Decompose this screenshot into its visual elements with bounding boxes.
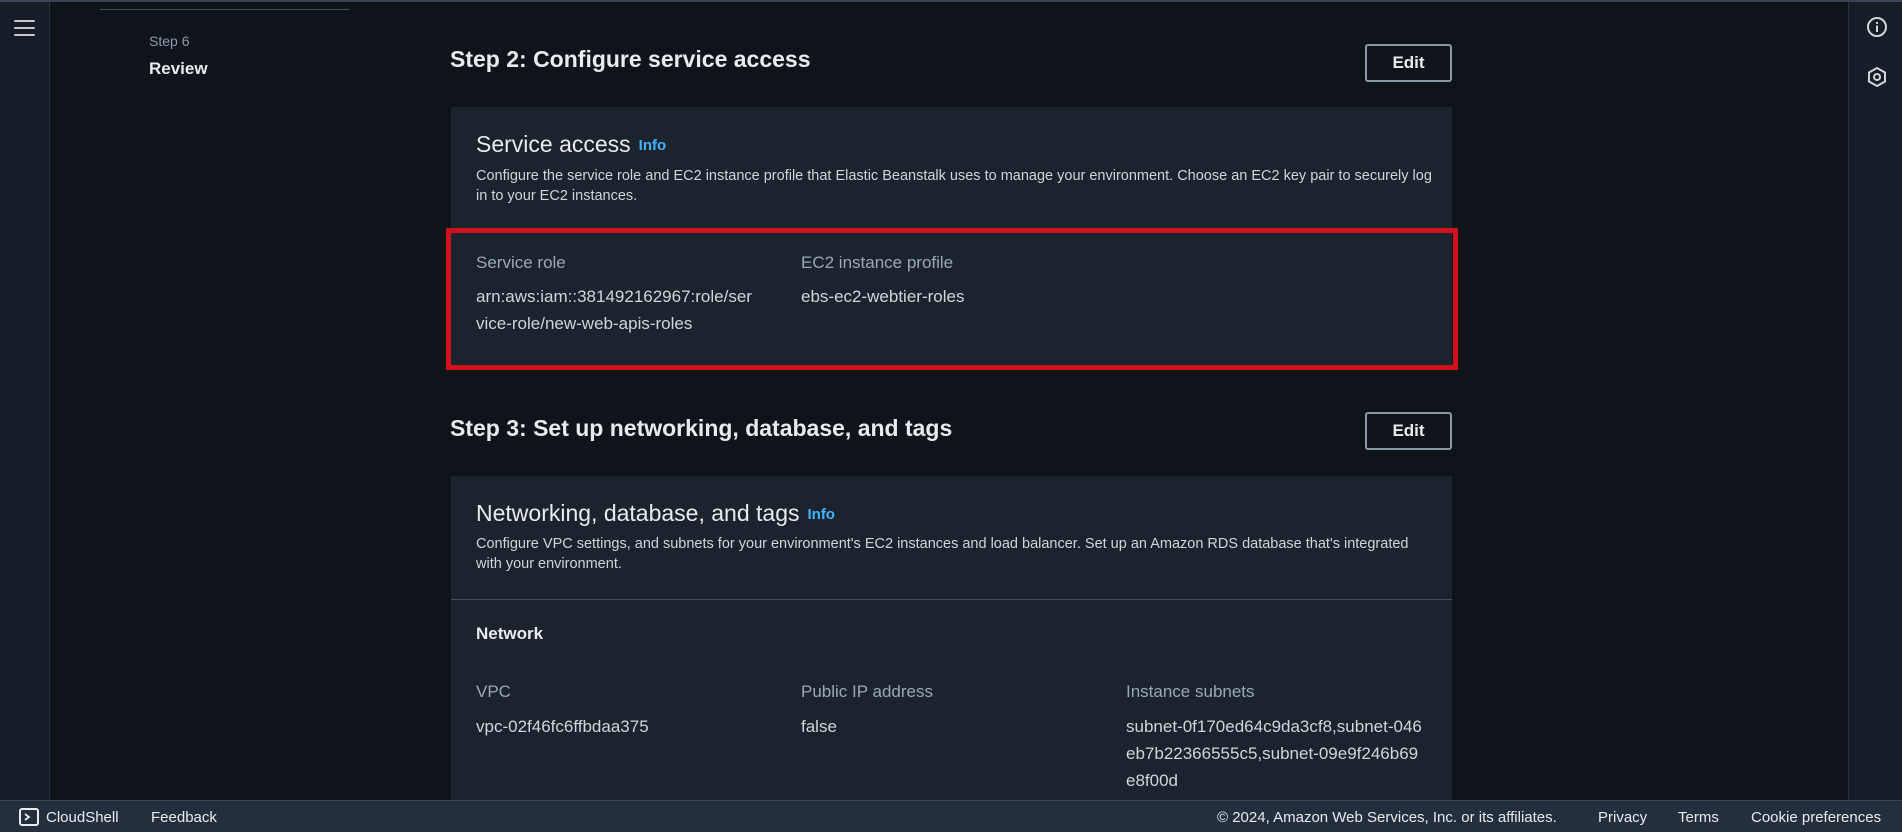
network-section-heading: Network [476,624,544,643]
service-role-value: arn:aws:iam::381492162967:role/ser vice-… [476,287,752,333]
service-access-panel: Service access Info Configure the service… [451,107,1452,369]
networking-info-link[interactable]: Info [807,506,835,523]
side-nav-step-label: Step 6 [149,33,190,49]
privacy-link[interactable]: Privacy [1598,809,1647,826]
info-circle-icon[interactable] [1866,16,1888,38]
networking-description: Configure VPC settings, and subnets for … [476,536,1409,572]
ec2-instance-profile-value: ebs-ec2-webtier-roles [801,287,965,306]
public-ip-label: Public IP address [801,682,933,701]
left-rail [0,2,50,800]
terms-link[interactable]: Terms [1678,809,1719,826]
networking-separator [451,599,1452,600]
footer: CloudShell Feedback © 2024, Amazon Web S… [0,800,1902,832]
networking-title-text: Networking, database, and tags [476,500,800,526]
right-rail [1848,2,1902,800]
cloudshell-icon[interactable] [19,808,39,826]
networking-title: Networking, database, and tags Info [476,500,835,527]
networking-panel: Networking, database, and tags Info Confi… [451,476,1452,800]
service-role-label: Service role [476,253,566,272]
step2-heading: Step 2: Configure service access [450,46,811,72]
service-access-title: Service access Info [476,131,666,158]
service-access-info-link[interactable]: Info [639,137,667,154]
side-nav-divider [100,9,350,10]
main-content: Step 6 Review Step 2: Configure service … [51,2,1848,800]
service-access-title-text: Service access [476,131,631,157]
vpc-value: vpc-02f46fc6ffbdaa375 [476,717,649,736]
settings-hex-icon[interactable] [1866,66,1888,88]
step3-edit-button[interactable]: Edit [1365,412,1452,450]
menu-icon[interactable] [14,20,35,38]
step2-edit-button[interactable]: Edit [1365,44,1452,82]
service-access-description: Configure the service role and EC2 insta… [476,168,1432,204]
step3-heading: Step 3: Set up networking, database, and… [450,415,953,441]
ec2-instance-profile-label: EC2 instance profile [801,253,954,272]
side-nav-step-review[interactable]: Review [149,59,208,79]
instance-subnets-value: subnet-0f170ed64c9da3cf8,subnet-046eb7b2… [1126,717,1422,790]
cloudshell-link[interactable]: CloudShell [46,809,119,826]
cookie-preferences-link[interactable]: Cookie preferences [1751,809,1881,826]
public-ip-value: false [801,717,837,736]
feedback-link[interactable]: Feedback [151,809,217,826]
copyright-text: © 2024, Amazon Web Services, Inc. or its… [1217,809,1557,826]
vpc-label: VPC [476,682,511,701]
instance-subnets-label: Instance subnets [1126,682,1255,701]
